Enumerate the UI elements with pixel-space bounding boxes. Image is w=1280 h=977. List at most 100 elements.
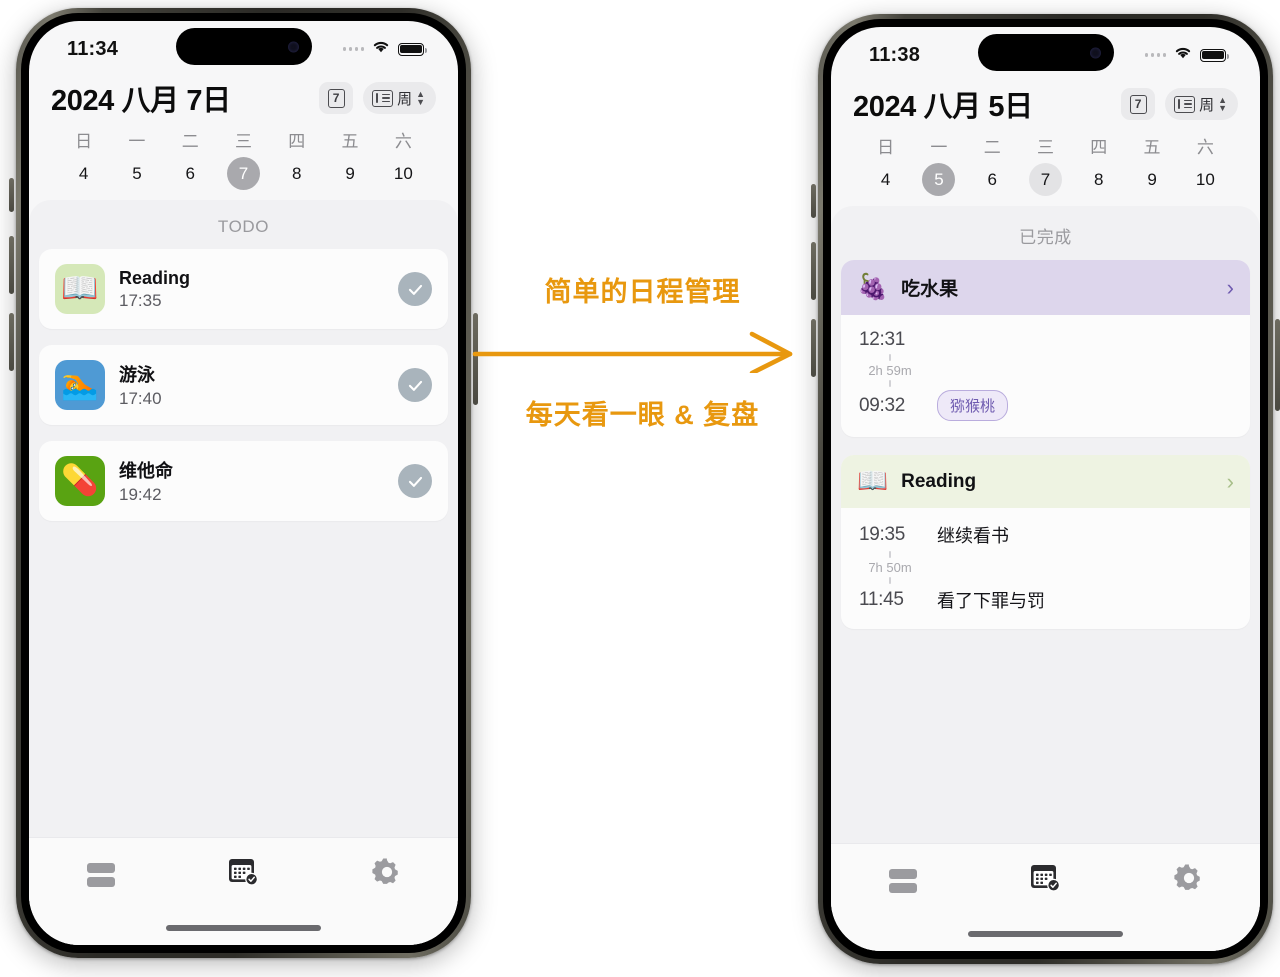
- weekday-cell[interactable]: 一5: [912, 133, 965, 196]
- weekday-cell[interactable]: 二6: [966, 133, 1019, 196]
- timeline-tick-icon: [889, 577, 891, 584]
- calendar-day-button[interactable]: 7: [319, 82, 354, 114]
- app-header: 2024 八月 5日 7 周 ▲ ▼ 日 4 一 5 二 6 三 7 四 8 五…: [831, 79, 1260, 200]
- weekday-cell[interactable]: 四8: [1072, 133, 1125, 196]
- list-view-icon: [1174, 95, 1196, 113]
- weekday-cell[interactable]: 五9: [1125, 133, 1178, 196]
- done-card-body: 12:31 2h 59m 09:32 猕猴桃: [841, 315, 1250, 437]
- chevron-up-down-icon: ▲ ▼: [416, 88, 425, 107]
- check-circle-icon[interactable]: [398, 464, 432, 498]
- weekday-name: 一: [930, 138, 948, 157]
- weekday-number-selected: 7: [226, 157, 260, 190]
- weekday-cell[interactable]: 四8: [270, 127, 323, 190]
- weekday-number: 9: [1147, 169, 1157, 189]
- tab-bar: [29, 837, 458, 911]
- status-bar-time: 11:34: [67, 37, 119, 60]
- tab-list[interactable]: [29, 862, 172, 887]
- weekday-cell[interactable]: 日4: [57, 127, 110, 190]
- weekday-name: 四: [1090, 138, 1108, 157]
- weekday-cell[interactable]: 六 10: [377, 127, 430, 190]
- check-circle-icon[interactable]: [398, 272, 432, 306]
- tab-calendar[interactable]: [172, 856, 315, 893]
- weekday-cell[interactable]: 日4: [859, 133, 912, 196]
- wifi-icon: [1173, 45, 1193, 65]
- weekday-name: 六: [394, 132, 412, 151]
- app-header: 2024 八月 7日 7 周 ▲ ▼ 日 4 一 5 二 6 三 7 四 8 五…: [29, 73, 458, 194]
- chevron-right-icon[interactable]: ›: [1227, 470, 1234, 493]
- home-indicator[interactable]: [29, 911, 458, 945]
- right-phone-bezel: 11:38 2024 八月 5日 7 周 ▲ ▼ 日 4 一 5 二 6 三 7…: [823, 19, 1268, 959]
- list-view-icon: [372, 89, 394, 107]
- status-badge[interactable]: 猕猴桃: [937, 390, 1009, 421]
- tab-settings[interactable]: [315, 857, 458, 892]
- silent-switch[interactable]: [9, 178, 14, 212]
- tab-calendar[interactable]: [974, 862, 1117, 899]
- check-circle-icon[interactable]: [398, 368, 432, 402]
- todo-row[interactable]: 💊 维他命 19:42: [39, 441, 448, 521]
- todo-title: 维他命: [119, 461, 173, 481]
- status-bar: 11:34: [29, 21, 458, 73]
- left-phone-device: 11:34 2024 八月 7日 7 周 ▲ ▼ 日 4 一 5 二 6 三 7…: [9, 8, 478, 958]
- weekday-cell[interactable]: 五9: [323, 127, 376, 190]
- view-mode-label: 周: [397, 90, 413, 108]
- view-mode-button[interactable]: 周 ▲ ▼: [1165, 88, 1238, 120]
- done-card[interactable]: 📖 Reading › 19:35 继续看书 7h 50m 11:45 看了下罪…: [841, 455, 1250, 629]
- dynamic-island: [175, 28, 312, 65]
- timeline-duration-row: 7h 50m: [859, 551, 1232, 584]
- right-arrow-icon: [470, 329, 815, 376]
- grapes-emoji: 🍇: [857, 273, 889, 301]
- volume-down-button[interactable]: [9, 313, 14, 371]
- weekday-number: 10: [1195, 169, 1215, 189]
- calendar-check-icon: [227, 856, 261, 893]
- weekday-name: 日: [75, 132, 93, 151]
- done-card-header[interactable]: 📖 Reading ›: [841, 455, 1250, 508]
- weekday-cell[interactable]: 二6: [164, 127, 217, 190]
- weekday-number: 10: [393, 163, 413, 183]
- weekday-number: 4: [78, 163, 89, 183]
- page-title: 2024 八月 5日: [853, 91, 1033, 123]
- pill-emoji: 💊: [55, 456, 105, 506]
- left-phone-screen: 11:34 2024 八月 7日 7 周 ▲ ▼ 日 4 一 5 二 6 三 7…: [29, 21, 458, 945]
- timeline-duration: 2h 59m: [868, 363, 912, 378]
- done-card-title: Reading: [901, 470, 977, 492]
- volume-up-button[interactable]: [9, 236, 14, 294]
- tab-list[interactable]: [831, 868, 974, 893]
- gear-icon: [1173, 863, 1204, 898]
- todo-title: Reading: [119, 267, 191, 288]
- weekday-number: 5: [132, 163, 142, 183]
- todo-row[interactable]: 📖 Reading 17:35: [39, 249, 448, 329]
- volume-up-button[interactable]: [811, 242, 816, 300]
- weekday-cell[interactable]: 三7: [217, 127, 270, 190]
- volume-down-button[interactable]: [811, 319, 816, 377]
- todo-text: 维他命 19:42: [119, 457, 173, 505]
- annotation-block: 简单的日程管理 每天看一眼 & 复盘: [470, 270, 815, 432]
- battery-full-icon: [398, 42, 427, 56]
- weekday-cell[interactable]: 一5: [110, 127, 163, 190]
- calendar-day-button[interactable]: 7: [1121, 88, 1156, 120]
- weekday-cell[interactable]: 六 10: [1179, 133, 1232, 196]
- calendar-check-icon: [1029, 862, 1063, 899]
- content-panel: 已完成 🍇 吃水果 › 12:31 2h 59m 09:32 猕猴桃 📖 Rea…: [831, 206, 1260, 951]
- weekday-number: 8: [1094, 169, 1104, 189]
- done-card-title: 吃水果: [901, 279, 959, 300]
- done-card-header[interactable]: 🍇 吃水果 ›: [841, 260, 1250, 315]
- weekday-number: 4: [880, 169, 891, 189]
- weekday-cell[interactable]: 三7: [1019, 133, 1072, 196]
- done-card[interactable]: 🍇 吃水果 › 12:31 2h 59m 09:32 猕猴桃: [841, 260, 1250, 437]
- view-mode-button[interactable]: 周 ▲ ▼: [363, 82, 436, 114]
- weekday-name: 五: [341, 132, 359, 151]
- tab-settings[interactable]: [1117, 863, 1260, 898]
- home-indicator[interactable]: [831, 917, 1260, 951]
- todo-row[interactable]: 🏊 游泳 17:40: [39, 345, 448, 425]
- stacked-rows-icon: [888, 868, 917, 893]
- page-root: 11:34 2024 八月 7日 7 周 ▲ ▼ 日 4 一 5 二 6 三 7…: [0, 0, 1280, 977]
- power-button[interactable]: [1275, 319, 1280, 411]
- todo-time: 19:42: [119, 485, 162, 504]
- front-camera-icon: [287, 41, 299, 52]
- wifi-icon: [371, 39, 391, 59]
- gear-icon: [371, 857, 402, 892]
- silent-switch[interactable]: [811, 184, 816, 218]
- week-strip: 日4 一5 二6 三7 四8 五9 六 10: [853, 125, 1238, 200]
- chevron-right-icon[interactable]: ›: [1227, 276, 1234, 299]
- view-mode-label: 周: [1199, 96, 1215, 114]
